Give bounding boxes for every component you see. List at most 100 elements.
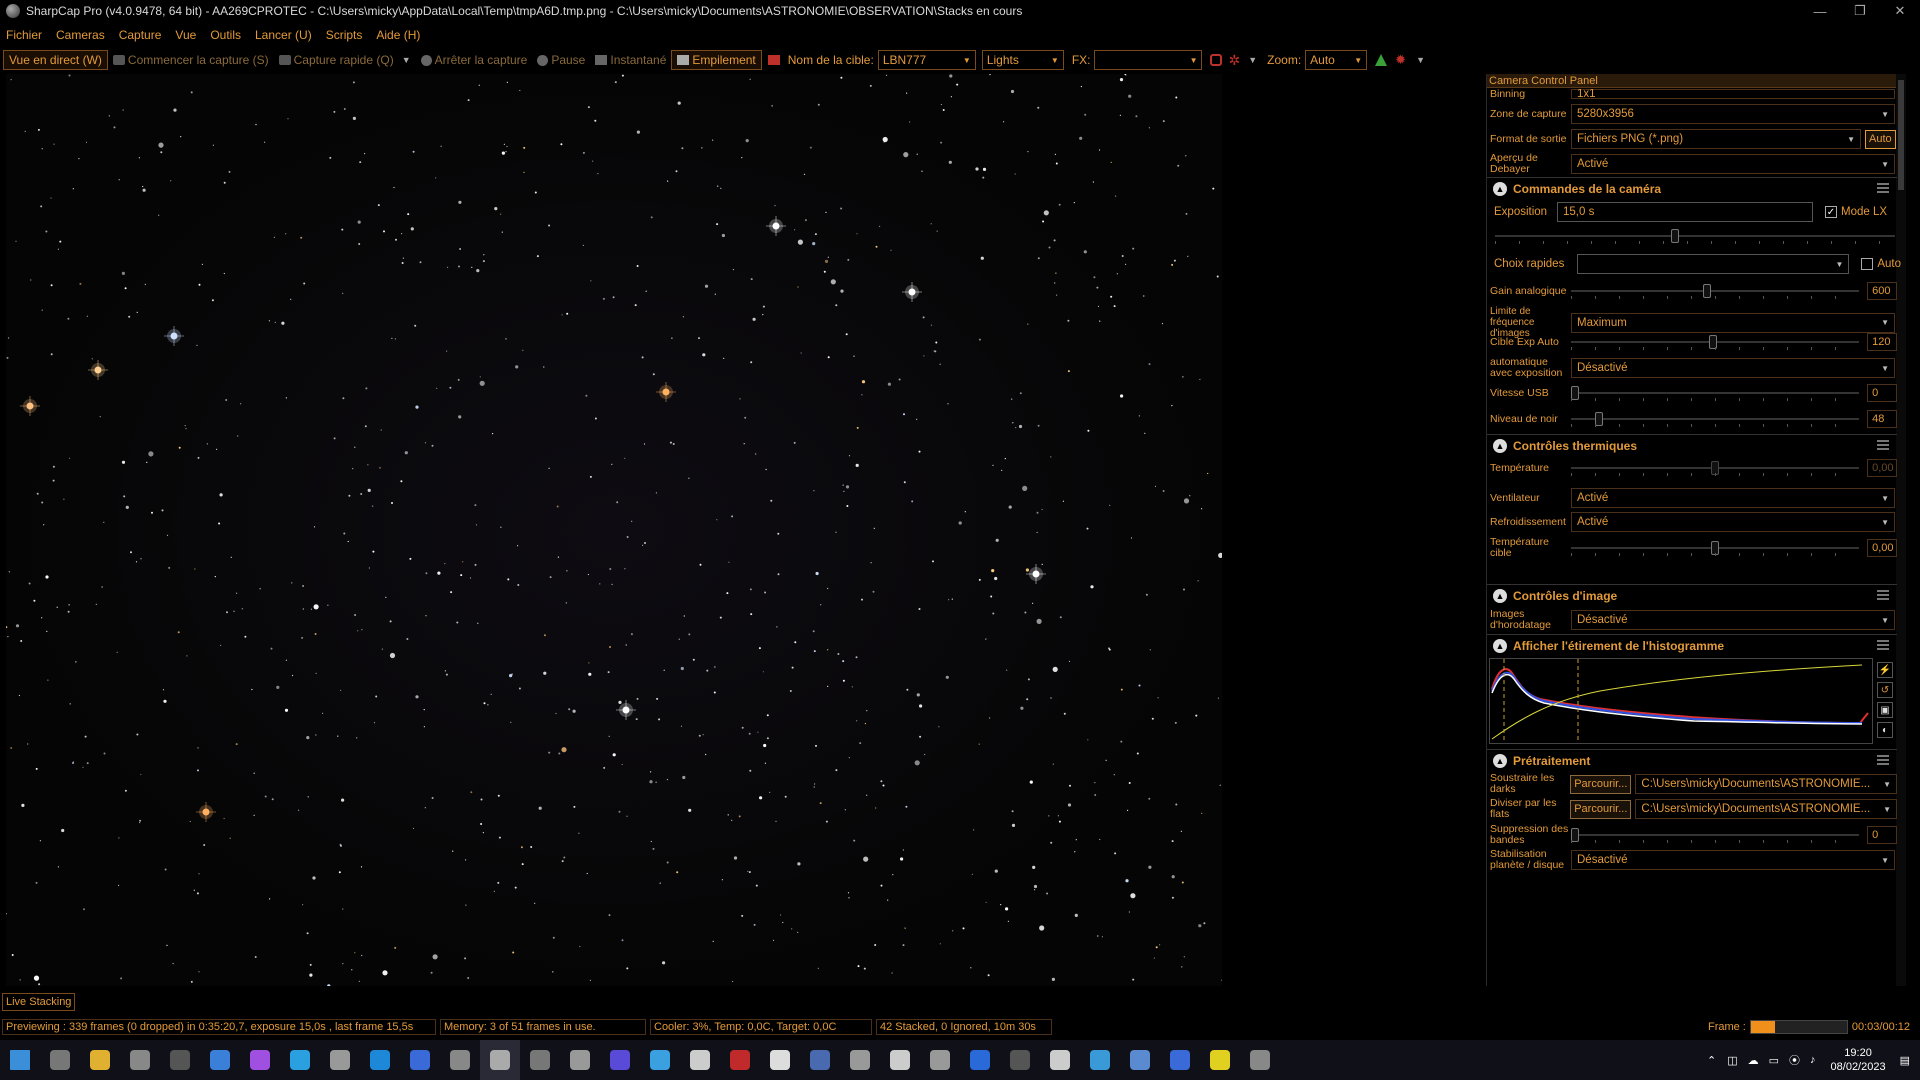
pause-button[interactable]: Pause (532, 50, 590, 70)
sharpcap-icon[interactable] (480, 1040, 520, 1080)
binning-select[interactable]: 1x1 (1571, 89, 1895, 99)
file-explorer-icon[interactable] (80, 1040, 120, 1080)
app-icon[interactable] (1080, 1040, 1120, 1080)
app-icon[interactable] (1000, 1040, 1040, 1080)
temperature-slider[interactable] (1570, 458, 1860, 478)
start-capture-button[interactable]: Commencer la capture (S) (108, 50, 274, 70)
edge-icon[interactable] (280, 1040, 320, 1080)
app-icon[interactable] (520, 1040, 560, 1080)
notifications-icon[interactable]: ▤ (1900, 1054, 1910, 1067)
darks-path-select[interactable]: C:\Users\micky\Documents\ASTRONOMIE... ▼ (1635, 774, 1897, 794)
quick-choice-select[interactable]: ▼ (1576, 254, 1850, 274)
onedrive-icon[interactable]: ☁ (1748, 1054, 1759, 1067)
minimize-button[interactable]: — (1800, 0, 1840, 22)
chevron-down-icon[interactable]: ▼ (402, 55, 411, 65)
output-format-select[interactable]: Fichiers PNG (*.png) ▼ (1571, 129, 1861, 149)
auto-stretch-icon[interactable]: ⚡ (1877, 662, 1893, 678)
exposure-input[interactable]: 15,0 s (1557, 202, 1813, 222)
frame-rate-limit-select[interactable]: Maximum ▼ (1571, 312, 1895, 333)
debayer-preview-select[interactable]: Activé ▼ (1571, 154, 1895, 174)
quick-choice-auto-checkbox[interactable] (1861, 258, 1874, 270)
cooling-select[interactable]: Activé ▼ (1571, 512, 1895, 532)
app-icon[interactable] (920, 1040, 960, 1080)
usb-speed-input[interactable]: 0 (1867, 384, 1897, 402)
camera-controls-section-header[interactable]: ▲ Commandes de la caméra (1487, 177, 1897, 199)
maximize-button[interactable]: ❐ (1840, 0, 1880, 22)
notion-icon[interactable] (160, 1040, 200, 1080)
menu-scripts[interactable]: Scripts (326, 28, 363, 42)
section-menu-icon[interactable] (1877, 590, 1889, 600)
app-icon[interactable] (400, 1040, 440, 1080)
menu-lancer[interactable]: Lancer (U) (255, 28, 312, 42)
menu-outils[interactable]: Outils (210, 28, 241, 42)
app-icon[interactable] (880, 1040, 920, 1080)
histogram-graph[interactable] (1489, 658, 1873, 744)
usb-speed-slider[interactable] (1570, 383, 1860, 403)
app-icon[interactable] (720, 1040, 760, 1080)
app-icon[interactable] (1120, 1040, 1160, 1080)
quick-capture-button[interactable]: Capture rapide (Q) ▼ (274, 50, 416, 70)
collapse-chevron-icon[interactable]: ▲ (1493, 638, 1507, 653)
mail-icon[interactable] (200, 1040, 240, 1080)
messenger-icon[interactable] (240, 1040, 280, 1080)
live-stacking-tab[interactable]: Live Stacking (2, 993, 76, 1011)
app-icon[interactable] (640, 1040, 680, 1080)
app-icon[interactable] (960, 1040, 1000, 1080)
zoom-select[interactable]: Auto ▼ (1305, 50, 1368, 70)
auto-exp-target-input[interactable]: 120 (1867, 333, 1897, 351)
black-level-slider[interactable] (1570, 409, 1860, 429)
app-icon[interactable] (1160, 1040, 1200, 1080)
save-icon[interactable]: ▣ (1877, 702, 1893, 718)
settings-icon[interactable] (120, 1040, 160, 1080)
scrollbar-thumb[interactable] (1898, 80, 1904, 190)
thermal-controls-section-header[interactable]: ▲ Contrôles thermiques (1487, 434, 1897, 456)
app-icon[interactable] (680, 1040, 720, 1080)
settings-icon[interactable]: ✹ (1395, 52, 1406, 68)
crosshair-icon[interactable]: ✲ (1228, 52, 1240, 69)
selection-rect-icon[interactable] (1210, 54, 1223, 66)
app-icon[interactable] (1240, 1040, 1280, 1080)
section-menu-icon[interactable] (1877, 640, 1889, 650)
auto-exp-target-slider[interactable] (1570, 332, 1860, 352)
task-view-icon[interactable] (40, 1040, 80, 1080)
frame-type-select[interactable]: Lights ▼ (981, 50, 1064, 70)
close-button[interactable]: ✕ (1880, 0, 1920, 22)
chevron-down-icon[interactable]: ▼ (1248, 55, 1257, 65)
network-icon[interactable]: ⦿ (1789, 1052, 1800, 1068)
histogram-section-header[interactable]: ▲ Afficher l'étirement de l'histogramme (1487, 634, 1897, 656)
stacking-button[interactable]: Empilement (671, 50, 762, 70)
collapse-chevron-icon[interactable]: ▲ (1493, 181, 1507, 196)
tray-chevron-icon[interactable]: ⌃ (1707, 1054, 1716, 1067)
app-icon[interactable] (560, 1040, 600, 1080)
app-icon[interactable] (320, 1040, 360, 1080)
lx-mode-checkbox[interactable]: ✓ (1825, 206, 1837, 218)
chevron-down-icon[interactable]: ▼ (1416, 55, 1425, 65)
live-view-button[interactable]: Vue en direct (W) (3, 50, 108, 70)
darks-browse-button[interactable]: Parcourir... (1570, 774, 1632, 794)
auto-with-exposure-select[interactable]: Désactivé ▼ (1571, 358, 1895, 378)
battery-icon[interactable]: ▭ (1769, 1054, 1779, 1067)
menu-aide[interactable]: Aide (H) (376, 28, 420, 42)
output-format-auto-button[interactable]: Auto (1865, 129, 1896, 149)
flats-browse-button[interactable]: Parcourir... (1570, 799, 1632, 819)
snapshot-button[interactable]: Instantané (590, 50, 671, 70)
menu-fichier[interactable]: Fichier (6, 28, 42, 42)
image-viewport[interactable] (6, 74, 1222, 986)
reset-icon[interactable]: ↺ (1877, 682, 1893, 698)
menu-vue[interactable]: Vue (175, 28, 196, 42)
tray-app-icon[interactable]: ◫ (1727, 1054, 1737, 1067)
volume-icon[interactable]: ♪ (1810, 1054, 1816, 1066)
app-icon[interactable] (760, 1040, 800, 1080)
app-icon[interactable] (1200, 1040, 1240, 1080)
fan-select[interactable]: Activé ▼ (1571, 488, 1895, 508)
app-icon[interactable] (1040, 1040, 1080, 1080)
banding-input[interactable]: 0 (1867, 826, 1897, 844)
exposure-slider[interactable] (1495, 226, 1895, 246)
stop-capture-button[interactable]: Arrêter la capture (416, 50, 533, 70)
app-icon[interactable] (800, 1040, 840, 1080)
app-icon[interactable] (360, 1040, 400, 1080)
clock[interactable]: 19:20 08/02/2023 (1831, 1046, 1886, 1074)
fx-select[interactable]: ▼ (1094, 50, 1203, 70)
gain-slider[interactable] (1570, 281, 1860, 301)
flats-path-select[interactable]: C:\Users\micky\Documents\ASTRONOMIE... ▼ (1635, 799, 1897, 819)
